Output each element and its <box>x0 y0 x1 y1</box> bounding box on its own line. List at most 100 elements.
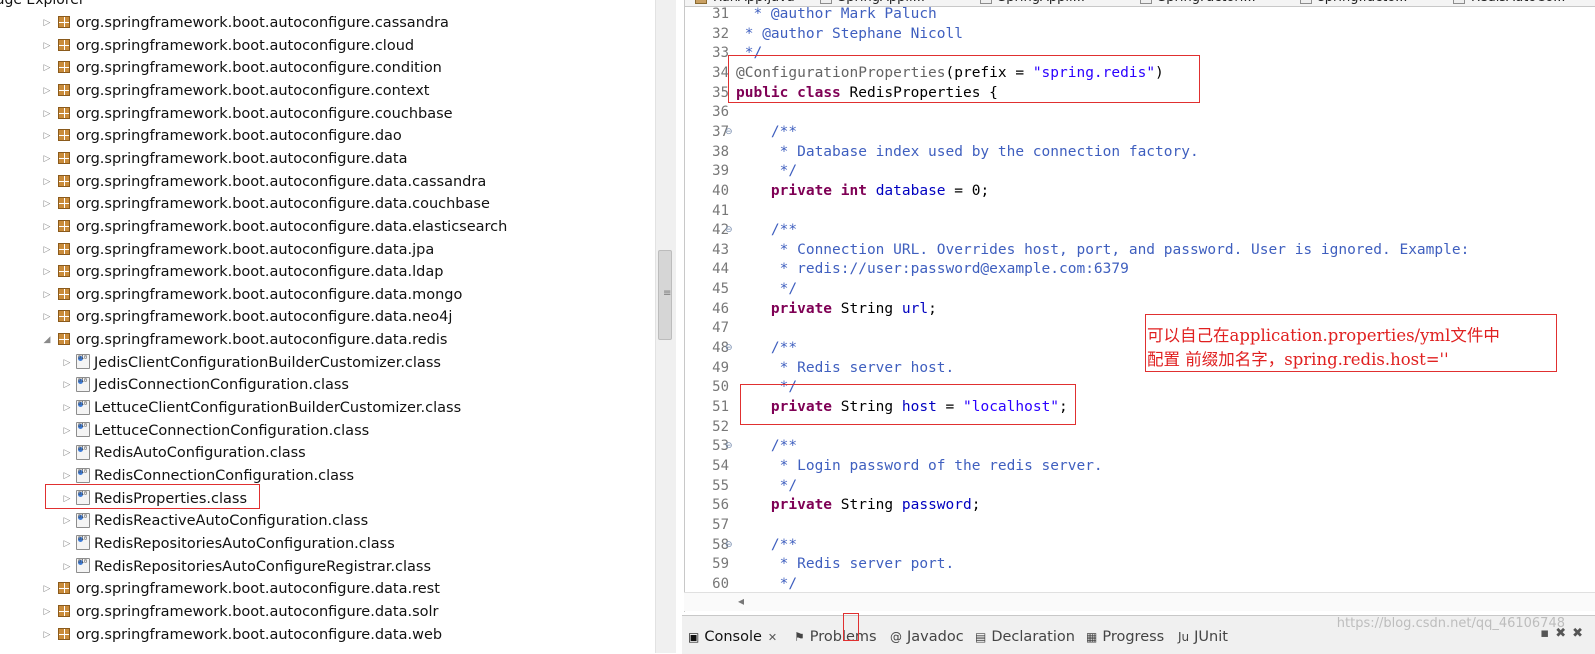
tree-item-package[interactable]: ▷ org.springframework.boot.autoconfigure.… <box>40 601 439 623</box>
tree-item-package[interactable]: ▷ org.springframework.boot.autoconfigure.… <box>40 171 487 193</box>
tree-collapsed-arrow-icon[interactable]: ▷ <box>40 601 54 623</box>
package-icon <box>58 310 70 323</box>
tree-item-package[interactable]: ▷ org.springframework.boot.autoconfigure.… <box>40 261 444 283</box>
tree-item-package[interactable]: ▷ org.springframework.boot.autoconfigure.… <box>40 35 415 57</box>
line-number: 57 <box>712 516 729 533</box>
code-line: * @author Stephane Nicoll <box>736 24 963 44</box>
tree-collapsed-arrow-icon[interactable]: ▷ <box>40 578 54 600</box>
tree-collapsed-arrow-icon[interactable]: ▷ <box>60 420 74 442</box>
tree-collapsed-arrow-icon[interactable]: ▷ <box>60 374 74 396</box>
scroll-left-arrow-icon[interactable]: ◂ <box>738 594 744 608</box>
tree-expanded-arrow-icon[interactable]: ◢ <box>40 329 54 351</box>
editor-horizontal-scrollbar[interactable]: ◂ <box>684 592 1595 611</box>
tree-collapsed-arrow-icon[interactable]: ▷ <box>60 533 74 555</box>
fold-toggle-icon[interactable]: ⊖ <box>725 343 733 353</box>
tree-item-package[interactable]: ▷ org.springframework.boot.autoconfigure.… <box>40 578 440 600</box>
line-number: 60 <box>712 575 729 592</box>
file-icon <box>1300 0 1312 4</box>
fold-toggle-icon[interactable]: ⊖ <box>725 127 733 137</box>
view-toolbar: ▪✖✖ <box>1540 626 1589 641</box>
view-tab-console[interactable]: ▣ Console ✕ <box>688 626 777 648</box>
tree-item-package[interactable]: ▷ org.springframework.boot.autoconfigure.… <box>40 12 449 34</box>
tree-collapsed-arrow-icon[interactable]: ▷ <box>60 510 74 532</box>
code-token: ; <box>971 497 981 514</box>
tree-collapsed-arrow-icon[interactable]: ▷ <box>40 80 54 102</box>
view-tab-javadoc[interactable]: @ Javadoc <box>890 626 964 648</box>
tree-collapsed-arrow-icon[interactable]: ▷ <box>40 193 54 215</box>
editor-tab[interactable]: spring.facto... <box>1300 0 1408 5</box>
tree-collapsed-arrow-icon[interactable]: ▷ <box>40 35 54 57</box>
code-token: /** <box>736 340 798 357</box>
tree-item-package[interactable]: ▷ org.springframework.boot.autoconfigure.… <box>40 306 453 328</box>
package-icon <box>58 83 70 96</box>
scrollbar-thumb[interactable]: ≡ <box>658 250 672 340</box>
tree-collapsed-arrow-icon[interactable]: ▷ <box>40 284 54 306</box>
line-number: 47 <box>712 320 729 337</box>
tree-item-package[interactable]: ▷ org.springframework.boot.autoconfigure.… <box>40 103 453 125</box>
view-tab-declaration[interactable]: ▤ Declaration <box>975 626 1075 648</box>
close-icon[interactable]: ✕ <box>768 631 777 644</box>
tree-item-class[interactable]: ▷ RedisRepositoriesAutoConfiguration.clas… <box>60 528 395 555</box>
remove-launch-icon[interactable]: ✖ <box>1555 626 1572 641</box>
tree-item-package[interactable]: ◢ org.springframework.boot.autoconfigure.… <box>40 329 448 351</box>
code-token: database <box>875 182 946 199</box>
tree-item-class[interactable]: ▷ LettuceClientConfigurationBuilderCustom… <box>60 393 462 419</box>
tree-collapsed-arrow-icon[interactable]: ▷ <box>60 352 74 374</box>
line-number: 37 <box>712 123 729 140</box>
editor-tab[interactable]: SpringFactori... <box>1140 0 1256 5</box>
tree-collapsed-arrow-icon[interactable]: ▷ <box>60 397 74 419</box>
tree-collapsed-arrow-icon[interactable]: ▷ <box>60 442 74 464</box>
class-file-icon <box>76 347 90 370</box>
tree-collapsed-arrow-icon[interactable]: ▷ <box>40 216 54 238</box>
tree-item-class[interactable]: ▷ RedisReactiveAutoConfiguration.class <box>60 506 369 532</box>
tree-collapsed-arrow-icon[interactable]: ▷ <box>40 12 54 34</box>
tree-collapsed-arrow-icon[interactable]: ▷ <box>40 125 54 147</box>
view-tab-problems[interactable]: ⚑ Problems <box>794 626 877 648</box>
view-tab-progress[interactable]: ▦ Progress <box>1086 626 1164 648</box>
tree-collapsed-arrow-icon[interactable]: ▷ <box>40 306 54 328</box>
editor-tab[interactable]: SpringAppli... <box>980 0 1085 5</box>
view-tab-junit[interactable]: Ju JUnit <box>1178 626 1228 648</box>
tree-collapsed-arrow-icon[interactable]: ▷ <box>40 624 54 646</box>
tree-item-package[interactable]: ▷ org.springframework.boot.autoconfigure.… <box>40 239 435 261</box>
tree-collapsed-arrow-icon[interactable]: ▷ <box>40 239 54 261</box>
line-number: 54 <box>712 457 729 474</box>
tree-collapsed-arrow-icon[interactable]: ▷ <box>60 556 74 578</box>
remove-all-icon[interactable]: ✖ <box>1572 626 1589 641</box>
code-token: */ <box>736 281 798 298</box>
fold-toggle-icon[interactable]: ⊖ <box>725 540 733 550</box>
tree-collapsed-arrow-icon[interactable]: ▷ <box>40 171 54 193</box>
line-number: 58 <box>712 536 729 553</box>
tree-scrollbar[interactable]: ≡ <box>655 0 676 653</box>
editor-tab[interactable]: RedisAutoCo... <box>1453 0 1565 5</box>
watermark: https://blog.csdn.net/qq_46106748 <box>1336 616 1565 631</box>
tree-item-label: org.springframework.boot.autoconfigure.c… <box>76 60 442 77</box>
tree-collapsed-arrow-icon[interactable]: ▷ <box>40 261 54 283</box>
file-icon <box>1453 0 1465 4</box>
tree-collapsed-arrow-icon[interactable]: ▷ <box>40 148 54 170</box>
tree-collapsed-arrow-icon[interactable]: ▷ <box>40 57 54 79</box>
tree-item-label: RedisRepositoriesAutoConfiguration.class <box>94 535 395 552</box>
tree-item-package[interactable]: ▷ org.springframework.boot.autoconfigure.… <box>40 284 463 306</box>
annotation-note: 可以自己在application.properties/yml文件中 配置 前缀… <box>1145 314 1557 372</box>
tree-item-package[interactable]: ▷ org.springframework.boot.autoconfigure.… <box>40 57 442 79</box>
tree-item-class[interactable]: ▷ JedisConnectionConfiguration.class <box>60 370 349 396</box>
code-token: * Connection URL. Overrides host, port, … <box>736 241 1470 258</box>
fold-toggle-icon[interactable]: ⊖ <box>725 441 733 451</box>
tree-item-package[interactable]: ▷ org.springframework.boot.autoconfigure.… <box>40 193 490 215</box>
tree-item-package[interactable]: ▷ org.springframework.boot.autoconfigure.… <box>40 624 443 646</box>
fold-toggle-icon[interactable]: ⊖ <box>725 225 733 235</box>
tree-item-package[interactable]: ▷ org.springframework.boot.autoconfigure.… <box>40 148 408 170</box>
tree-item-class[interactable]: ▷ RedisRepositoriesAutoConfigureRegistrar… <box>60 551 431 578</box>
tree-item-class[interactable]: ▷ LettuceConnectionConfiguration.class <box>60 415 370 442</box>
tree-item-label: org.springframework.boot.autoconfigure.d… <box>76 581 440 598</box>
tree-item-package[interactable]: ▷ org.springframework.boot.autoconfigure.… <box>40 80 430 102</box>
package-explorer-title: kage Explorer <box>0 0 85 8</box>
tree-item-label: RedisAutoConfiguration.class <box>94 445 306 462</box>
tree-item-package[interactable]: ▷ org.springframework.boot.autoconfigure.… <box>40 216 508 238</box>
tree-collapsed-arrow-icon[interactable]: ▷ <box>40 103 54 125</box>
tree-item-package[interactable]: ▷ org.springframework.boot.autoconfigure.… <box>40 125 402 147</box>
terminate-icon[interactable]: ▪ <box>1540 626 1555 641</box>
tree-item-class[interactable]: ▷ JedisClientConfigurationBuilderCustomiz… <box>60 347 441 374</box>
tree-item-class[interactable]: ▷ RedisAutoConfiguration.class <box>60 438 306 464</box>
